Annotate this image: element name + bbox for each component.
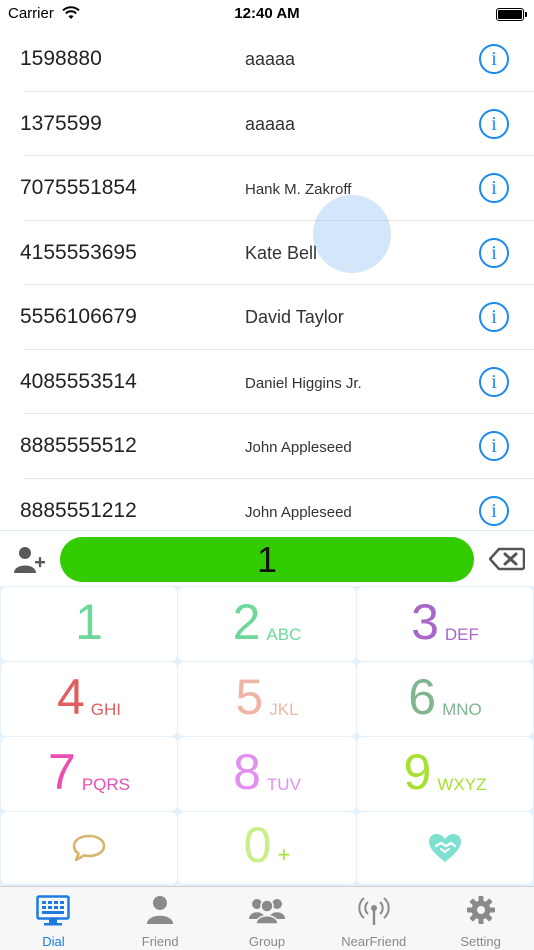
key-8[interactable]: 8 TUV bbox=[178, 737, 356, 811]
dial-bar: 1 bbox=[0, 530, 534, 586]
contact-name: Hank M. Zakroff bbox=[245, 181, 352, 198]
key-6[interactable]: 6 MNO bbox=[357, 662, 533, 736]
key-2[interactable]: 2 ABC bbox=[178, 587, 356, 661]
info-icon[interactable]: i bbox=[479, 366, 509, 397]
contact-row[interactable]: 7075551854 Hank M. Zakroff i bbox=[0, 156, 534, 221]
tab-friend[interactable]: Friend bbox=[107, 887, 214, 950]
key-digit: 3 bbox=[411, 594, 439, 650]
info-icon[interactable]: i bbox=[479, 237, 509, 268]
contact-row[interactable]: 4155553695 Kate Bell i bbox=[0, 221, 534, 285]
contact-number: 4155553695 bbox=[20, 240, 137, 264]
contact-name: aaaaa bbox=[245, 49, 296, 69]
key-letters: TUV bbox=[266, 775, 301, 794]
key-1[interactable]: 1 bbox=[1, 587, 177, 661]
tab-dial[interactable]: Dial bbox=[0, 887, 107, 950]
key-letters: ABC bbox=[266, 625, 302, 644]
tab-setting[interactable]: Setting bbox=[427, 887, 534, 950]
contact-row[interactable]: 1375599 aaaaa i bbox=[0, 92, 534, 156]
key-4[interactable]: 4 GHI bbox=[1, 662, 177, 736]
contact-name: David Taylor bbox=[245, 307, 344, 327]
key-digit: 0 bbox=[243, 817, 272, 873]
contact-list[interactable]: 1598880 aaaaa i 1375599 aaaaa i 70755518… bbox=[0, 27, 534, 528]
tab-label: Dial bbox=[42, 934, 65, 949]
contact-name: John Appleseed bbox=[245, 503, 352, 521]
key-digit: 7 bbox=[48, 744, 76, 800]
contact-row[interactable]: 8885551212 John Appleseed i bbox=[0, 479, 534, 529]
key-digit: 6 bbox=[408, 669, 437, 725]
backspace-icon[interactable] bbox=[489, 547, 525, 571]
clock: 12:40 AM bbox=[234, 5, 300, 22]
contact-row[interactable]: 4085553514 Daniel Higgins Jr. i bbox=[0, 350, 534, 414]
contact-number: 1375599 bbox=[20, 111, 102, 135]
battery-icon bbox=[496, 8, 527, 21]
key-letters: DEF bbox=[444, 625, 479, 644]
contact-row[interactable]: 1598880 aaaaa i bbox=[0, 27, 534, 92]
info-icon[interactable]: i bbox=[479, 495, 509, 526]
contact-row[interactable]: 5556106679 David Taylor i bbox=[0, 285, 534, 350]
antenna-icon bbox=[358, 897, 390, 925]
key-letters: MNO bbox=[442, 700, 482, 719]
heart-handshake-icon bbox=[429, 834, 461, 862]
info-icon[interactable]: i bbox=[479, 44, 509, 74]
info-icon[interactable]: i bbox=[479, 431, 509, 461]
friend-icon bbox=[147, 896, 174, 924]
key-letters: GHI bbox=[90, 700, 122, 719]
key-5[interactable]: 5 JKL bbox=[178, 662, 356, 736]
group-icon bbox=[248, 899, 285, 925]
tab-label: Setting bbox=[460, 934, 501, 949]
contact-number: 4085553514 bbox=[20, 369, 137, 393]
tab-label: NearFriend bbox=[341, 934, 407, 949]
key-3[interactable]: 3 DEF bbox=[357, 587, 533, 661]
key-letters: JKL bbox=[269, 700, 299, 719]
contact-name: Kate Bell bbox=[245, 242, 318, 263]
info-icon[interactable]: i bbox=[479, 108, 509, 139]
tab-group[interactable]: Group bbox=[214, 887, 321, 950]
contact-name: Daniel Higgins Jr. bbox=[245, 374, 362, 392]
key-7[interactable]: 7 PQRS bbox=[1, 737, 177, 811]
dial-icon bbox=[36, 895, 71, 926]
contact-name: aaaaa bbox=[245, 113, 296, 134]
tab-label: Friend bbox=[141, 934, 179, 949]
chat-bubble-icon bbox=[72, 834, 106, 862]
tab-bar: Dial Friend Group NearFriend Setting bbox=[0, 886, 534, 950]
contact-row[interactable]: 8885555512 John Appleseed i bbox=[0, 414, 534, 479]
key-letters: PQRS bbox=[81, 775, 130, 794]
info-icon[interactable]: i bbox=[479, 173, 509, 203]
contact-number: 1598880 bbox=[20, 47, 102, 70]
key-digit: 1 bbox=[75, 594, 103, 650]
status-bar: Carrier 12:40 AM bbox=[0, 0, 534, 30]
contact-number: 5556106679 bbox=[20, 305, 137, 328]
key-digit: 4 bbox=[56, 669, 85, 725]
contact-number: 8885555512 bbox=[20, 434, 137, 457]
contact-number: 7075551854 bbox=[20, 176, 137, 199]
key-9[interactable]: 9 WXYZ bbox=[357, 737, 533, 811]
key-digit: 2 bbox=[232, 594, 261, 650]
contact-name: John Appleseed bbox=[245, 439, 352, 456]
key-digit: 9 bbox=[403, 744, 432, 800]
tab-label: Group bbox=[248, 934, 286, 949]
key-0[interactable]: 0 + bbox=[178, 812, 356, 884]
info-icon[interactable]: i bbox=[479, 302, 509, 332]
key-letters: WXYZ bbox=[437, 775, 487, 794]
gear-icon bbox=[466, 896, 495, 924]
key-digit: 8 bbox=[233, 744, 261, 800]
tab-nearfriend[interactable]: NearFriend bbox=[320, 887, 427, 950]
add-contact-icon[interactable] bbox=[12, 545, 46, 575]
contact-number: 8885551212 bbox=[20, 498, 137, 522]
message-key[interactable] bbox=[1, 812, 177, 884]
key-plus: + bbox=[277, 842, 291, 867]
favorite-key[interactable] bbox=[357, 812, 533, 884]
dialed-number-display[interactable]: 1 bbox=[60, 537, 474, 582]
key-digit: 5 bbox=[235, 669, 264, 725]
keypad: 1 2 ABC 3 DEF 4 GHI 5 JKL 6 MNO 7 PQRS 8… bbox=[0, 586, 534, 886]
